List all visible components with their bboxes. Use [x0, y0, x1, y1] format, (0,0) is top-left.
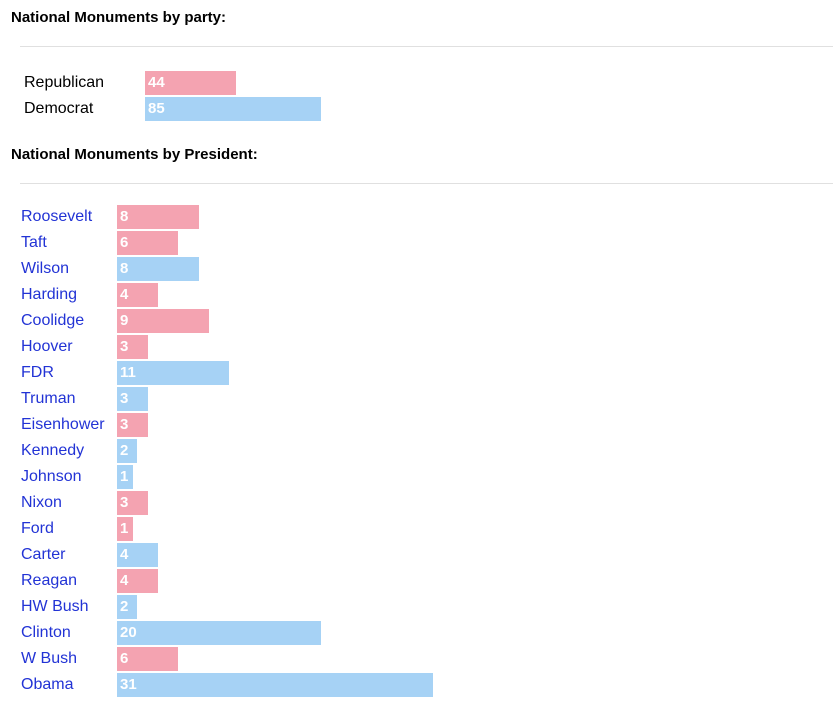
president-label-fdr[interactable]: FDR: [21, 361, 54, 385]
party-label-democrat: Democrat: [24, 100, 94, 117]
president-label-ford[interactable]: Ford: [21, 517, 54, 541]
president-bar-truman: 3: [117, 387, 148, 411]
president-bar-roosevelt: 8: [117, 205, 199, 229]
president-bar-wilson: 8: [117, 257, 199, 281]
president-label-hw-bush[interactable]: HW Bush: [21, 595, 89, 619]
president-bar-coolidge: 9: [117, 309, 209, 333]
president-bar-w-bush: 6: [117, 647, 178, 671]
president-label-clinton[interactable]: Clinton: [21, 621, 71, 645]
president-bar-johnson: 1: [117, 465, 133, 489]
party-bar-democrat: 85: [145, 97, 321, 121]
party-divider: [20, 46, 833, 47]
president-label-coolidge[interactable]: Coolidge: [21, 309, 84, 333]
president-bar-eisenhower: 3: [117, 413, 148, 437]
president-label-nixon[interactable]: Nixon: [21, 491, 62, 515]
president-label-w-bush[interactable]: W Bush: [21, 647, 77, 671]
president-label-johnson[interactable]: Johnson: [21, 465, 82, 489]
president-label-harding[interactable]: Harding: [21, 283, 77, 307]
president-bar-carter: 4: [117, 543, 158, 567]
president-bar-clinton: 20: [117, 621, 321, 645]
president-bar-reagan: 4: [117, 569, 158, 593]
president-bar-hw-bush: 2: [117, 595, 137, 619]
president-bar-obama: 31: [117, 673, 433, 697]
party-section-title: National Monuments by party:: [11, 9, 227, 26]
president-label-carter[interactable]: Carter: [21, 543, 65, 567]
president-bar-kennedy: 2: [117, 439, 137, 463]
president-section-title: National Monuments by President:: [11, 146, 258, 163]
president-label-taft[interactable]: Taft: [21, 231, 47, 255]
president-label-eisenhower[interactable]: Eisenhower: [21, 413, 105, 437]
president-bar-taft: 6: [117, 231, 178, 255]
party-label-republican: Republican: [24, 74, 105, 91]
president-label-roosevelt[interactable]: Roosevelt: [21, 205, 92, 229]
party-bar-republican: 44: [145, 71, 236, 95]
president-label-wilson[interactable]: Wilson: [21, 257, 69, 281]
president-bar-fdr: 11: [117, 361, 229, 385]
president-bar-ford: 1: [117, 517, 133, 541]
president-label-hoover[interactable]: Hoover: [21, 335, 73, 359]
president-divider: [20, 183, 833, 184]
president-label-kennedy[interactable]: Kennedy: [21, 439, 84, 463]
president-bar-nixon: 3: [117, 491, 148, 515]
president-bar-hoover: 3: [117, 335, 148, 359]
president-label-truman[interactable]: Truman: [21, 387, 76, 411]
president-label-obama[interactable]: Obama: [21, 673, 73, 697]
president-label-reagan[interactable]: Reagan: [21, 569, 77, 593]
president-bar-harding: 4: [117, 283, 158, 307]
